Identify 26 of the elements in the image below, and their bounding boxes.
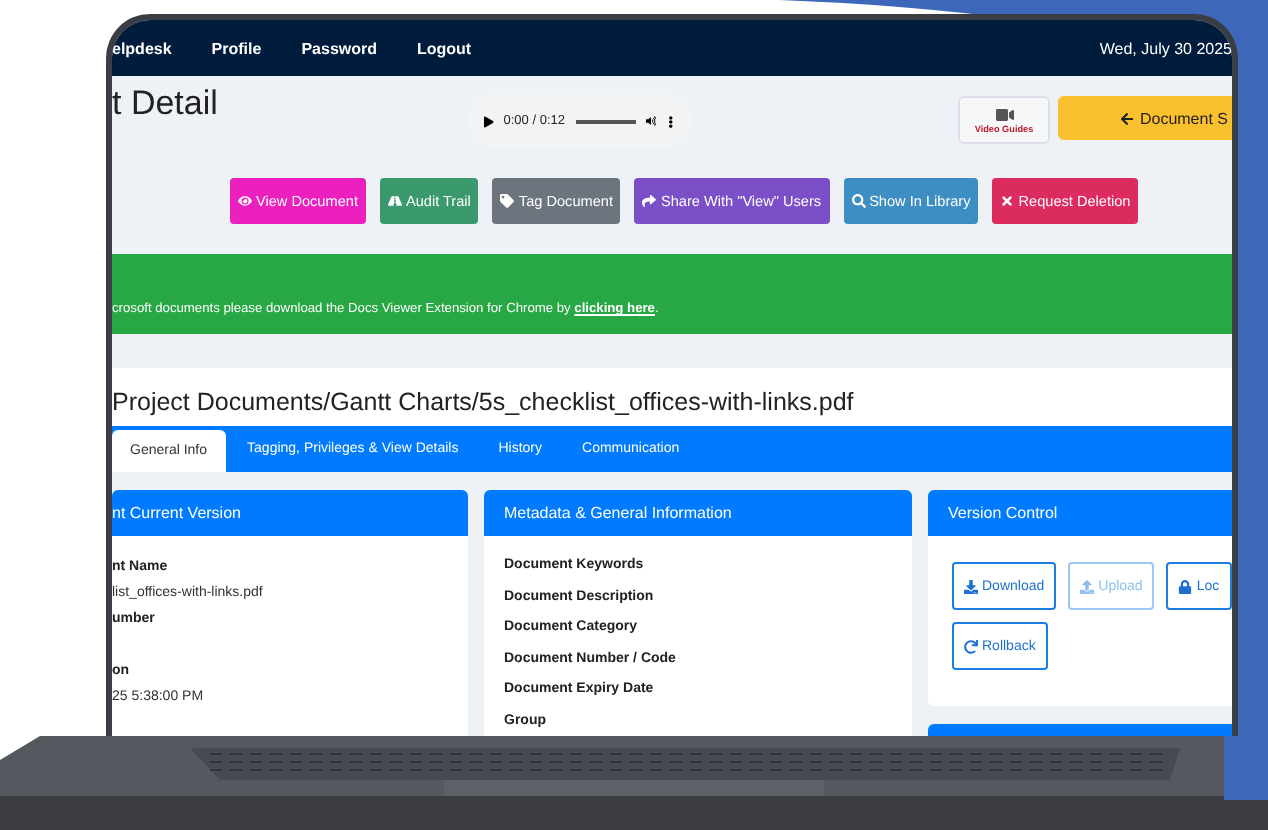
- page-title: t Detail: [112, 84, 220, 124]
- road-icon: [387, 194, 402, 208]
- document-path-title: Project Documents/Gantt Charts/5s_checklist_offices-with-links.pdf: [112, 388, 856, 416]
- panel-header: nt Current Version: [112, 490, 468, 536]
- eye-icon: [238, 194, 252, 208]
- lock-icon: [1178, 579, 1193, 593]
- nav-link[interactable]: Profile: [211, 39, 262, 57]
- nav-link[interactable]: Logout: [417, 39, 472, 57]
- tag-icon: [500, 194, 515, 208]
- panel-header: Metadata & General Information: [484, 490, 912, 536]
- play-icon[interactable]: [484, 115, 494, 127]
- download-icon: [964, 579, 978, 593]
- more-icon[interactable]: [666, 115, 676, 127]
- refresh-icon: [964, 639, 978, 653]
- date-text: Wed, July 30 2025: [1099, 39, 1232, 57]
- share-icon: [642, 194, 657, 208]
- volume-icon[interactable]: [645, 114, 657, 128]
- close-icon: [1000, 194, 1015, 208]
- nav-link[interactable]: Password: [301, 39, 377, 57]
- video-camera-icon: [995, 106, 1013, 124]
- panel-header: Version Control: [928, 490, 1232, 536]
- upload-icon: [1080, 579, 1095, 593]
- back-button[interactable]: Document S: [1058, 96, 1232, 140]
- arrow-left-icon: [1119, 111, 1134, 125]
- nav-link[interactable]: elpdesk: [112, 39, 172, 57]
- search-icon: [851, 194, 866, 208]
